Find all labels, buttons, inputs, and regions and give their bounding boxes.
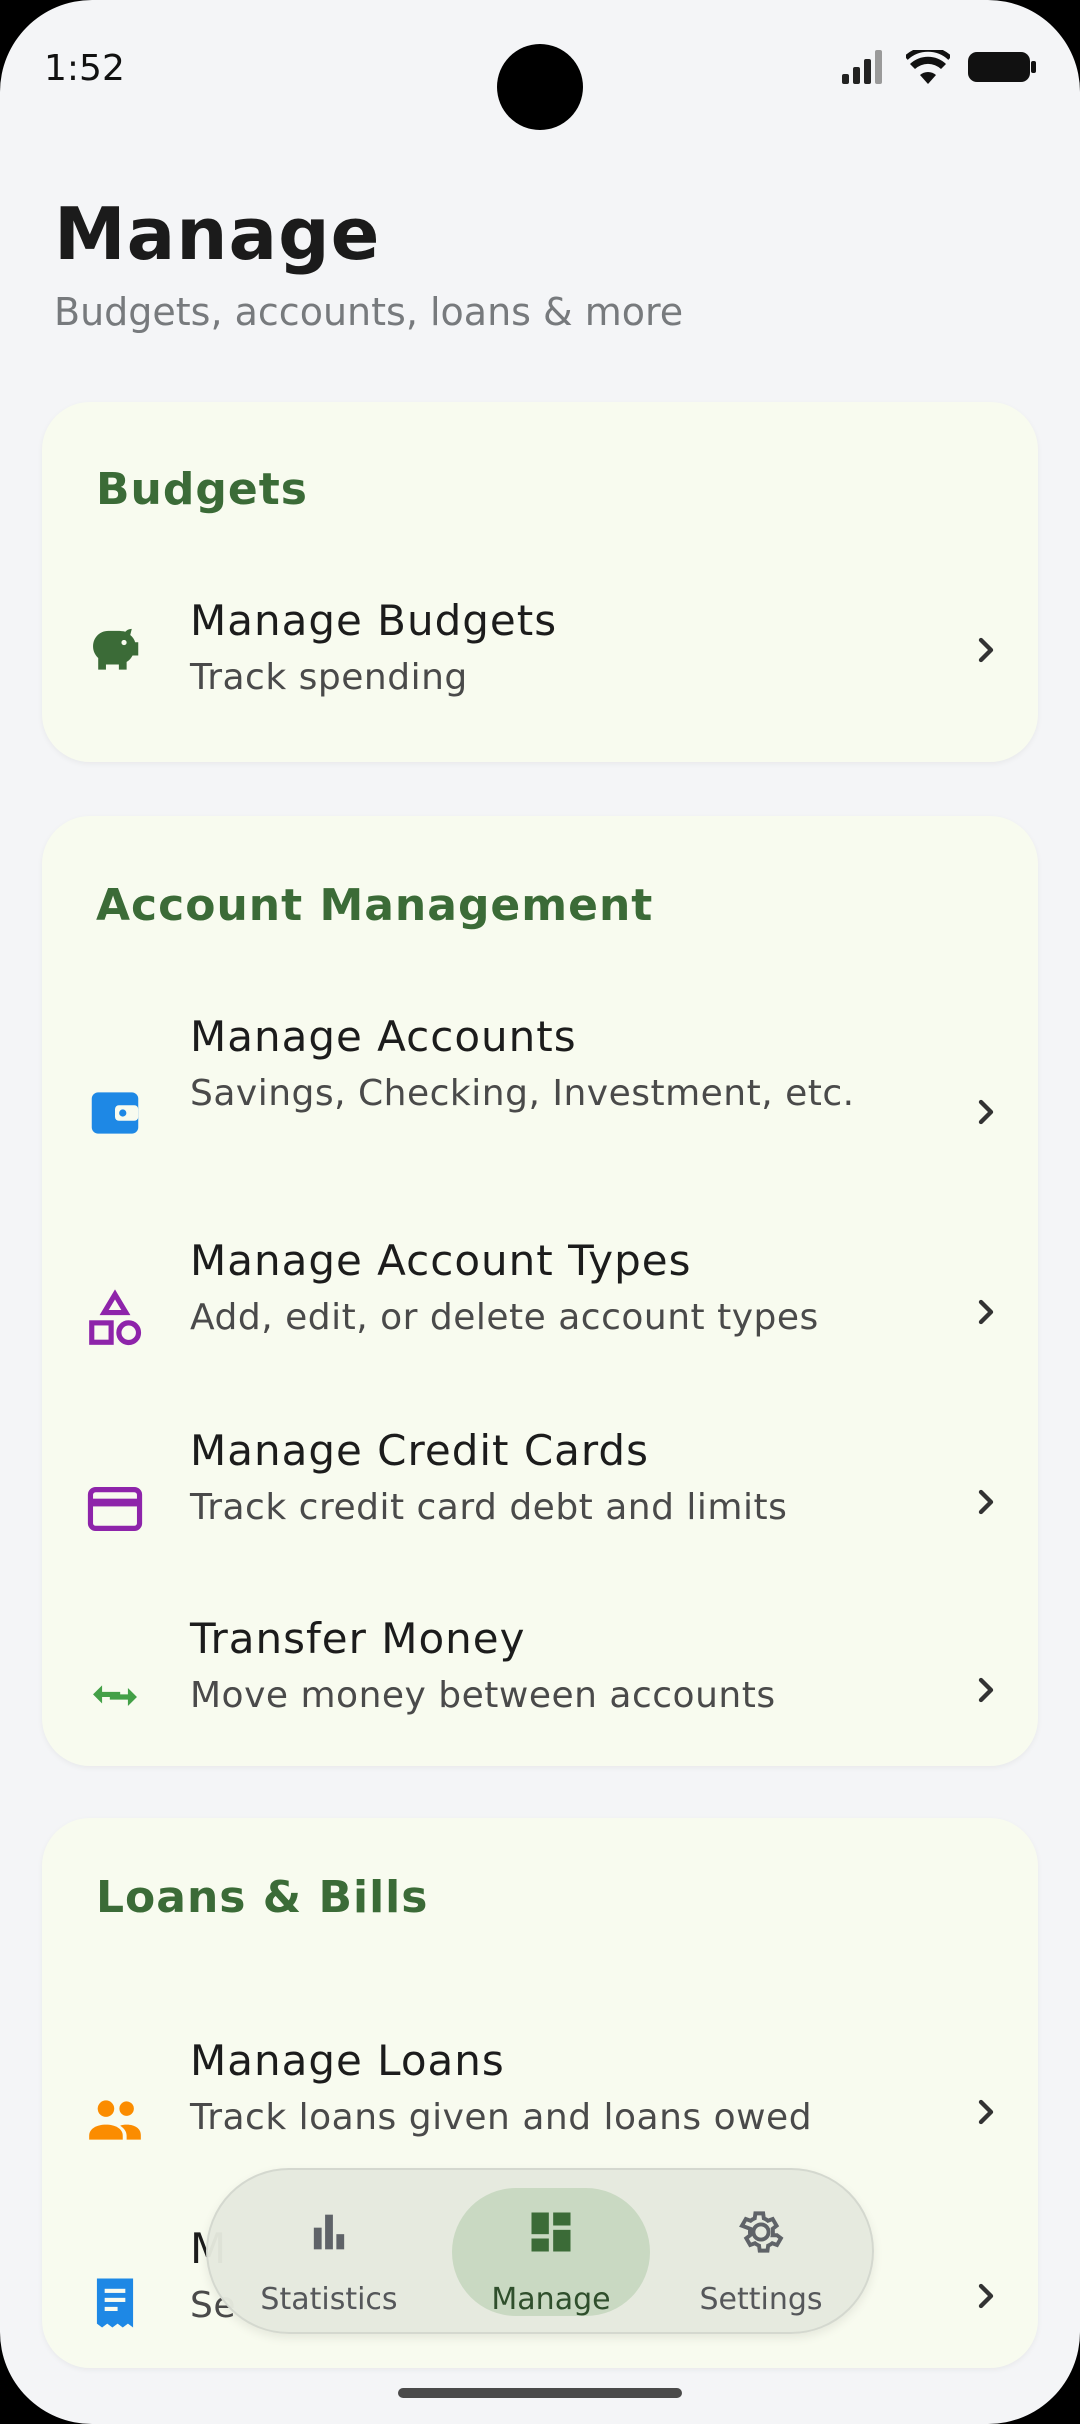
nav-item-manage[interactable]: Manage <box>452 2170 650 2336</box>
receipt-icon <box>96 2278 134 2328</box>
wifi-icon <box>906 50 950 84</box>
nav-label: Settings <box>699 2282 823 2317</box>
manage-budgets-item[interactable]: Manage Budgets Track spending <box>42 582 1038 732</box>
status-time: 1:52 <box>44 48 125 89</box>
row-subtitle: Track loans given and loans owed <box>190 2097 813 2138</box>
row-subtitle: Savings, Checking, Investment, etc. <box>190 1073 855 1114</box>
chevron-right-icon <box>978 1677 994 1703</box>
row-title: Manage Loans <box>190 2036 505 2085</box>
chevron-right-icon <box>978 637 994 663</box>
row-title: Manage Account Types <box>190 1236 692 1285</box>
people-icon <box>89 2100 141 2140</box>
battery-icon <box>968 52 1036 82</box>
manage-credit-cards-item[interactable]: Manage Credit Cards Track credit card de… <box>42 1426 1038 1576</box>
gear-icon <box>739 2211 784 2253</box>
cellular-signal-icon <box>842 50 882 84</box>
page-subtitle: Budgets, accounts, loans & more <box>54 290 684 334</box>
row-subtitle: Track credit card debt and limits <box>190 1487 788 1528</box>
manage-accounts-item[interactable]: Manage Accounts Savings, Checking, Inves… <box>42 1012 1038 1212</box>
section-title-budgets: Budgets <box>96 464 308 515</box>
row-title: Manage Accounts <box>190 1012 577 1061</box>
manage-loans-item[interactable]: Manage Loans Track loans given and loans… <box>42 2036 1038 2186</box>
chevron-right-icon <box>978 1489 994 1515</box>
row-subtitle: Track spending <box>190 657 468 698</box>
bar-chart-icon <box>313 2214 345 2250</box>
row-subtitle: Add, edit, or delete account types <box>190 1297 819 1338</box>
section-title-account-management: Account Management <box>96 880 654 931</box>
page-title: Manage <box>54 192 381 276</box>
nav-label: Manage <box>491 2282 611 2317</box>
nav-label: Statistics <box>260 2282 398 2317</box>
app-screen: 1:52 Manage Budgets, accounts, loans & m… <box>0 0 1080 2424</box>
manage-account-types-item[interactable]: Manage Account Types Add, edit, or delet… <box>42 1236 1038 1386</box>
dashboard-icon <box>531 2212 571 2252</box>
row-title: Transfer Money <box>190 1614 526 1663</box>
piggy-bank-icon <box>93 628 139 670</box>
status-icons <box>842 50 1038 84</box>
credit-card-icon <box>87 1487 143 1531</box>
front-camera-cutout <box>497 44 583 130</box>
home-indicator[interactable] <box>398 2388 682 2398</box>
chevron-right-icon <box>978 1099 994 1125</box>
wallet-icon <box>91 1092 139 1134</box>
nav-item-settings[interactable]: Settings <box>686 2170 836 2336</box>
bottom-navigation: Statistics Manage Settings <box>206 2168 874 2334</box>
swap-arrows-icon <box>93 1685 137 1707</box>
budgets-card: Budgets Manage Budgets Track spending <box>42 402 1038 762</box>
row-title: Manage Budgets <box>190 596 558 645</box>
row-subtitle: Move money between accounts <box>190 1675 776 1716</box>
section-title-loans-bills: Loans & Bills <box>96 1872 429 1923</box>
row-title: Manage Credit Cards <box>190 1426 649 1475</box>
chevron-right-icon <box>978 1299 994 1325</box>
chevron-right-icon <box>978 2099 994 2125</box>
chevron-right-icon <box>978 2283 994 2309</box>
nav-item-statistics[interactable]: Statistics <box>254 2170 404 2336</box>
transfer-money-item[interactable]: Transfer Money Move money between accoun… <box>42 1614 1038 1764</box>
account-management-card: Account Management Manage Accounts Savin… <box>42 816 1038 1766</box>
category-shapes-icon <box>89 1289 142 1346</box>
